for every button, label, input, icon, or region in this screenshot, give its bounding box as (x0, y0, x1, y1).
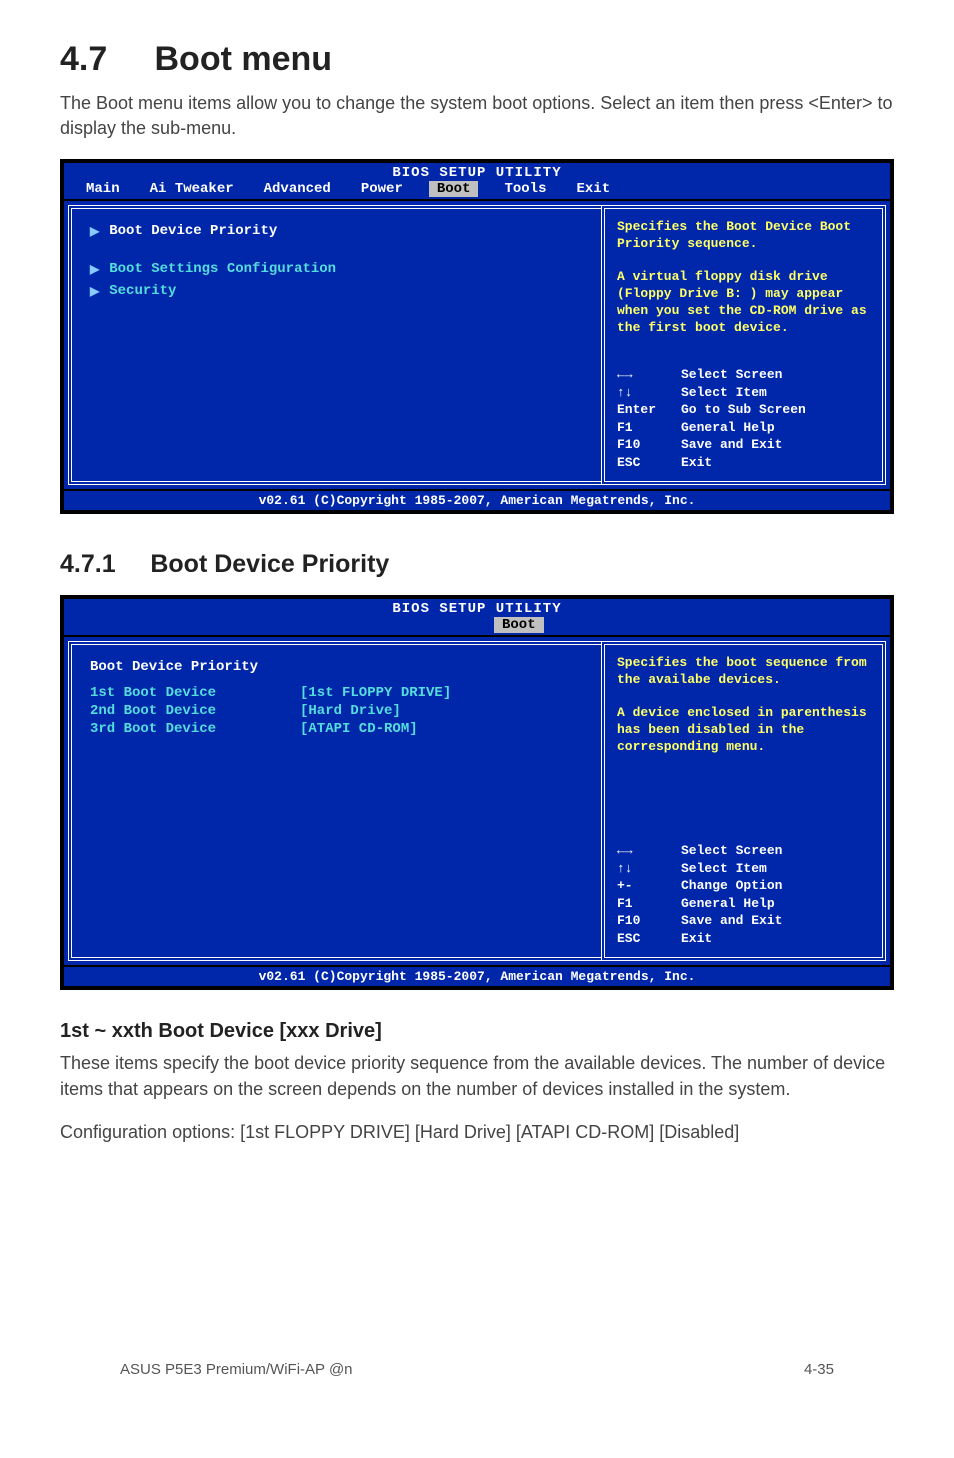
key-desc: Select Screen (681, 842, 782, 860)
boot-device-row-2[interactable]: 2nd Boot Device [Hard Drive] (90, 703, 583, 719)
key-desc: Select Screen (681, 366, 782, 384)
item-label: Boot Device Priority (109, 223, 277, 239)
bios-screenshot-boot-menu: BIOS SETUP UTILITY Main Ai Tweaker Advan… (60, 159, 894, 514)
section-title-text: Boot menu (155, 40, 333, 78)
tab-exit[interactable]: Exit (572, 181, 614, 197)
row-key: 1st Boot Device (90, 685, 300, 701)
key-label: ESC (617, 930, 671, 948)
bios-screenshot-boot-priority: BIOS SETUP UTILITY Boot Boot Device Prio… (60, 595, 894, 990)
bios-left-pane: Boot Device Priority 1st Boot Device [1s… (68, 641, 601, 961)
bios-title: BIOS SETUP UTILITY (64, 163, 890, 181)
tab-boot[interactable]: Boot (494, 617, 544, 633)
item-label: Boot Settings Configuration (109, 261, 336, 277)
option-paragraph-2: Configuration options: [1st FLOPPY DRIVE… (60, 1120, 894, 1145)
submenu-arrow-icon: ▶ (90, 262, 99, 277)
help-text-1: Specifies the Boot Device Boot Priority … (617, 219, 870, 253)
key-label: Enter (617, 401, 671, 419)
key-desc: Go to Sub Screen (681, 401, 806, 419)
section-number: 4.7 (60, 40, 107, 78)
key-desc: General Help (681, 895, 775, 913)
key-desc: Select Item (681, 384, 767, 402)
key-desc: General Help (681, 419, 775, 437)
key-label: F10 (617, 436, 671, 454)
tab-main[interactable]: Main (82, 181, 124, 197)
key-desc: Save and Exit (681, 436, 782, 454)
key-desc: Exit (681, 454, 712, 472)
row-key: 2nd Boot Device (90, 703, 300, 719)
key-label: +- (617, 877, 671, 895)
item-boot-settings-config[interactable]: ▶ Boot Settings Configuration (90, 261, 583, 277)
key-label: F1 (617, 419, 671, 437)
help-text-1: Specifies the boot sequence from the ava… (617, 655, 870, 689)
page-footer: ASUS P5E3 Premium/WiFi-AP @n 4-35 (120, 1361, 834, 1378)
tab-tools[interactable]: Tools (500, 181, 550, 197)
tab-power[interactable]: Power (357, 181, 407, 197)
bios-right-pane: Specifies the boot sequence from the ava… (601, 641, 886, 961)
bios-right-pane: Specifies the Boot Device Boot Priority … (601, 205, 886, 485)
arrows-lr-icon: ←→ (617, 366, 671, 384)
help-text-2: A device enclosed in parenthesis has bee… (617, 705, 870, 756)
intro-paragraph: The Boot menu items allow you to change … (60, 91, 894, 141)
key-desc: Save and Exit (681, 912, 782, 930)
option-heading: 1st ~ xxth Boot Device [xxx Drive] (60, 1020, 894, 1043)
key-label: ESC (617, 454, 671, 472)
row-key: 3rd Boot Device (90, 721, 300, 737)
subsection-number: 4.7.1 (60, 550, 116, 578)
bios-copyright: v02.61 (C)Copyright 1985-2007, American … (64, 965, 890, 986)
section-heading: 4.7 Boot menu (60, 40, 894, 79)
boot-device-row-3[interactable]: 3rd Boot Device [ATAPI CD-ROM] (90, 721, 583, 737)
key-desc: Exit (681, 930, 712, 948)
bios-copyright: v02.61 (C)Copyright 1985-2007, American … (64, 489, 890, 510)
tab-boot[interactable]: Boot (429, 181, 479, 197)
key-legend: ←→ Select Screen ↑↓ Select Item +- Change O… (617, 842, 870, 947)
tab-ai-tweaker[interactable]: Ai Tweaker (146, 181, 238, 197)
submenu-arrow-icon: ▶ (90, 284, 99, 299)
key-label: F1 (617, 895, 671, 913)
row-value: [ATAPI CD-ROM] (300, 721, 418, 737)
key-legend: ←→ Select Screen ↑↓ Select Item Enter Go to… (617, 366, 870, 471)
item-security[interactable]: ▶ Security (90, 283, 583, 299)
bios-left-pane: ▶ Boot Device Priority ▶ Boot Settings C… (68, 205, 601, 485)
boot-device-row-1[interactable]: 1st Boot Device [1st FLOPPY DRIVE] (90, 685, 583, 701)
submenu-arrow-icon: ▶ (90, 224, 99, 239)
subsection-title: Boot Device Priority (150, 550, 389, 578)
help-text-2: A virtual floppy disk drive (Floppy Driv… (617, 269, 870, 337)
key-desc: Change Option (681, 877, 782, 895)
footer-right: 4-35 (804, 1361, 834, 1378)
option-paragraph-1: These items specify the boot device prio… (60, 1051, 894, 1101)
tab-advanced[interactable]: Advanced (260, 181, 335, 197)
arrows-ud-icon: ↑↓ (617, 384, 671, 402)
bios-menu-bar: Main Ai Tweaker Advanced Power Boot Tool… (64, 181, 890, 199)
key-label: F10 (617, 912, 671, 930)
subsection-heading: 4.7.1 Boot Device Priority (60, 550, 894, 579)
bios-title: BIOS SETUP UTILITY (64, 599, 890, 617)
item-label: Security (109, 283, 176, 299)
row-value: [1st FLOPPY DRIVE] (300, 685, 451, 701)
arrows-lr-icon: ←→ (617, 842, 671, 860)
footer-left: ASUS P5E3 Premium/WiFi-AP @n (120, 1361, 353, 1378)
arrows-ud-icon: ↑↓ (617, 860, 671, 878)
item-boot-device-priority[interactable]: ▶ Boot Device Priority (90, 223, 583, 239)
key-desc: Select Item (681, 860, 767, 878)
row-value: [Hard Drive] (300, 703, 401, 719)
pane-heading: Boot Device Priority (90, 659, 583, 675)
